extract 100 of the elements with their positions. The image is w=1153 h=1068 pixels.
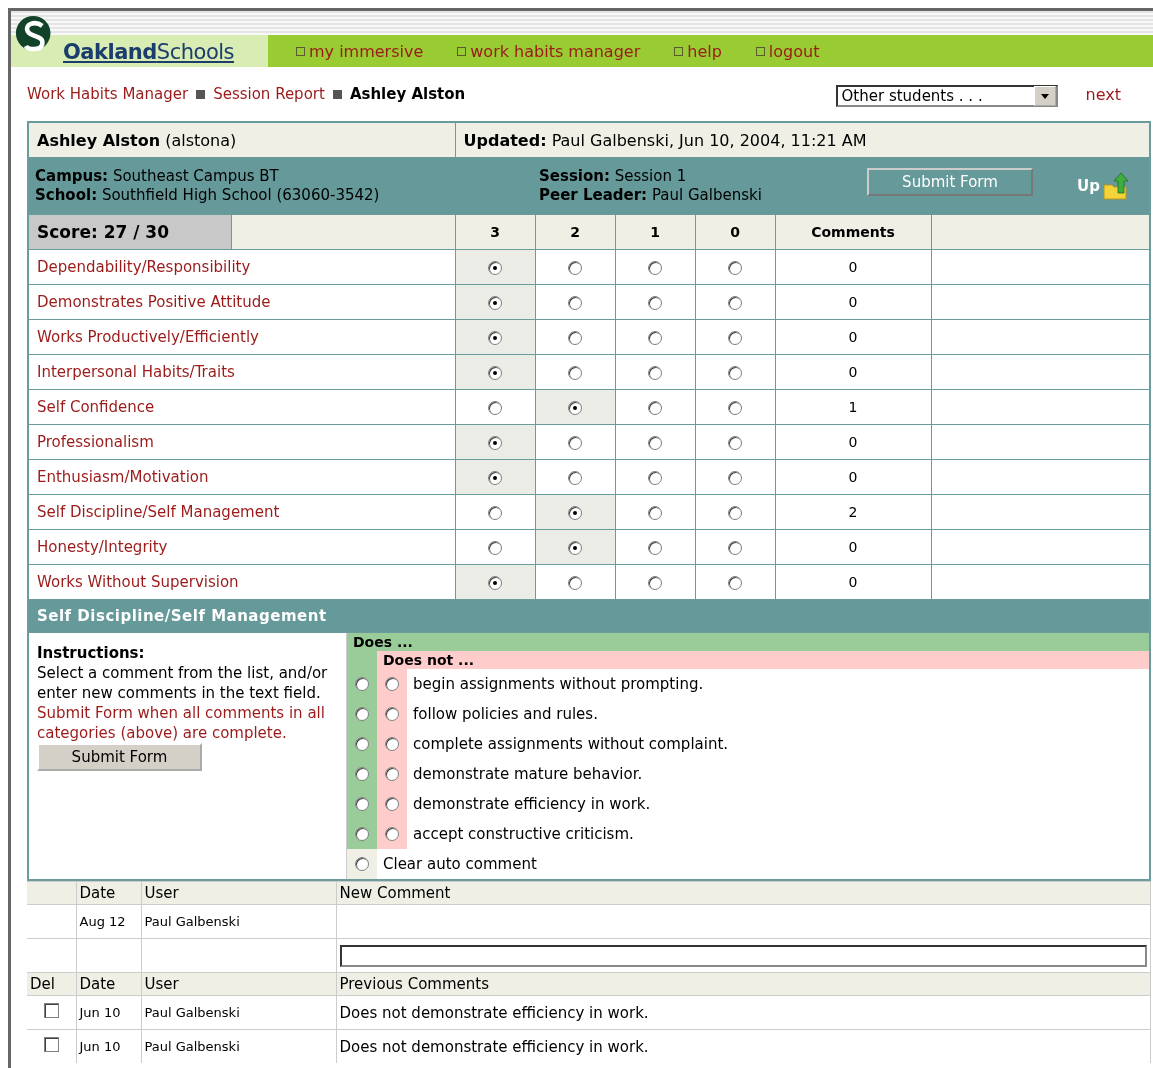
comment-count: 0 — [775, 319, 931, 355]
does-radio[interactable] — [355, 737, 369, 751]
rating-radio[interactable] — [648, 471, 662, 485]
rating-radio[interactable] — [568, 366, 582, 380]
comment-cell: Does not demonstrate efficiency in work. — [336, 995, 1151, 1030]
does-radio[interactable] — [355, 827, 369, 841]
breadcrumb-link[interactable]: Work Habits Manager — [27, 85, 189, 103]
rating-radio[interactable] — [728, 401, 742, 415]
score-label: Score: 27 / 30 — [29, 215, 232, 249]
rating-radio[interactable] — [488, 471, 502, 485]
column-header: Previous Comments — [336, 972, 1151, 996]
rating-radio[interactable] — [568, 401, 582, 415]
nav-link[interactable]: help — [674, 41, 722, 61]
rating-radio[interactable] — [568, 261, 582, 275]
submit-button[interactable]: Submit Form — [37, 743, 202, 771]
rating-radio[interactable] — [488, 366, 502, 380]
rating-radio[interactable] — [568, 436, 582, 450]
does-not-radio[interactable] — [385, 677, 399, 691]
category-link[interactable]: Professionalism — [37, 433, 154, 451]
date-cell: Jun 10 — [76, 995, 141, 1030]
rating-radio[interactable] — [568, 541, 582, 555]
does-not-radio[interactable] — [385, 767, 399, 781]
rating-radio[interactable] — [488, 436, 502, 450]
rating-radio[interactable] — [648, 541, 662, 555]
rating-radio[interactable] — [488, 506, 502, 520]
column-header: 1 — [615, 214, 695, 250]
comment-option: accept constructive criticism. — [407, 819, 1149, 849]
folder-arrow-icon — [1101, 171, 1128, 201]
section-title: Self Discipline/Self Management — [28, 599, 1150, 633]
rating-radio[interactable] — [728, 366, 742, 380]
rating-radio[interactable] — [648, 576, 662, 590]
rating-radio[interactable] — [488, 541, 502, 555]
clear-radio[interactable] — [355, 857, 369, 871]
instructions-title: Instructions: — [37, 643, 146, 663]
rating-radio[interactable] — [648, 331, 662, 345]
rating-radio[interactable] — [728, 471, 742, 485]
breadcrumb-current: Ashley Alston — [349, 85, 466, 103]
rating-radio[interactable] — [728, 436, 742, 450]
rating-radio[interactable] — [488, 261, 502, 275]
next-link[interactable]: next — [1085, 84, 1121, 104]
rating-radio[interactable] — [648, 366, 662, 380]
does-radio[interactable] — [355, 677, 369, 691]
nav-link[interactable]: my immersive — [296, 41, 424, 61]
rating-radio[interactable] — [648, 296, 662, 310]
column-header: Date — [76, 972, 141, 996]
user-cell: Paul Galbenski — [141, 995, 336, 1030]
caret-icon — [1040, 93, 1049, 99]
user-cell: Paul Galbenski — [141, 1029, 336, 1063]
rating-radio[interactable] — [488, 331, 502, 345]
rating-radio[interactable] — [648, 261, 662, 275]
comment-count: 0 — [775, 424, 931, 460]
rating-radio[interactable] — [728, 506, 742, 520]
column-header: Date — [76, 881, 141, 905]
date-cell: Jun 10 — [76, 1029, 141, 1063]
does-not-radio[interactable] — [385, 797, 399, 811]
comment-count: 0 — [775, 459, 931, 495]
updated-info: Updated: Paul Galbenski, Jun 10, 2004, 11:21 AM — [455, 122, 1150, 158]
student-dropdown[interactable]: Other students . . . — [835, 85, 1058, 107]
rating-radio[interactable] — [728, 331, 742, 345]
rating-radio[interactable] — [728, 296, 742, 310]
session-info: Session: Session 1 — [539, 167, 688, 186]
rating-radio[interactable] — [568, 471, 582, 485]
rating-radio[interactable] — [568, 576, 582, 590]
nav-link[interactable]: work habits manager — [457, 41, 641, 61]
rating-radio[interactable] — [648, 401, 662, 415]
category-link[interactable]: Self Confidence — [37, 398, 155, 416]
does-radio[interactable] — [355, 767, 369, 781]
school-info: School: Southfield High School (63060-3542) — [35, 186, 381, 205]
does-radio[interactable] — [355, 707, 369, 721]
does-not-radio[interactable] — [385, 737, 399, 751]
column-header: User — [141, 972, 336, 996]
rating-radio[interactable] — [568, 506, 582, 520]
separator-icon — [332, 89, 342, 99]
rating-radio[interactable] — [568, 331, 582, 345]
rating-radio[interactable] — [728, 261, 742, 275]
comment-option: demonstrate mature behavior. — [407, 759, 1149, 789]
delete-checkbox[interactable] — [43, 1037, 59, 1052]
rating-radio[interactable] — [728, 576, 742, 590]
date-cell: Aug 12 — [76, 904, 141, 939]
rating-radio[interactable] — [568, 296, 582, 310]
rating-radio[interactable] — [488, 576, 502, 590]
rating-radio[interactable] — [648, 506, 662, 520]
rating-radio[interactable] — [488, 296, 502, 310]
nav-link[interactable]: logout — [755, 41, 820, 61]
does-radio[interactable] — [355, 797, 369, 811]
rating-radio[interactable] — [488, 401, 502, 415]
rating-radio[interactable] — [728, 541, 742, 555]
comment-option: begin assignments without prompting. — [407, 669, 1149, 699]
rating-radio[interactable] — [648, 436, 662, 450]
comment-cell: Does not demonstrate efficiency in work. — [336, 1029, 1151, 1063]
column-header: Comments — [775, 214, 931, 250]
category-link[interactable]: Honesty/Integrity — [37, 538, 168, 556]
does-not-header: Does not ... — [377, 651, 1149, 669]
does-not-radio[interactable] — [385, 827, 399, 841]
clear-comment-label: Clear auto comment — [382, 855, 537, 873]
instructions-text: Select a comment from the list, and/or enter new comments in the text field. Submit Form when all comments in all categories (above) are complete. — [37, 663, 329, 743]
breadcrumb-link[interactable]: Session Report — [213, 85, 325, 103]
student-name: Ashley Alston (alstona) — [28, 122, 455, 158]
delete-checkbox[interactable] — [43, 1003, 59, 1018]
does-not-radio[interactable] — [385, 707, 399, 721]
